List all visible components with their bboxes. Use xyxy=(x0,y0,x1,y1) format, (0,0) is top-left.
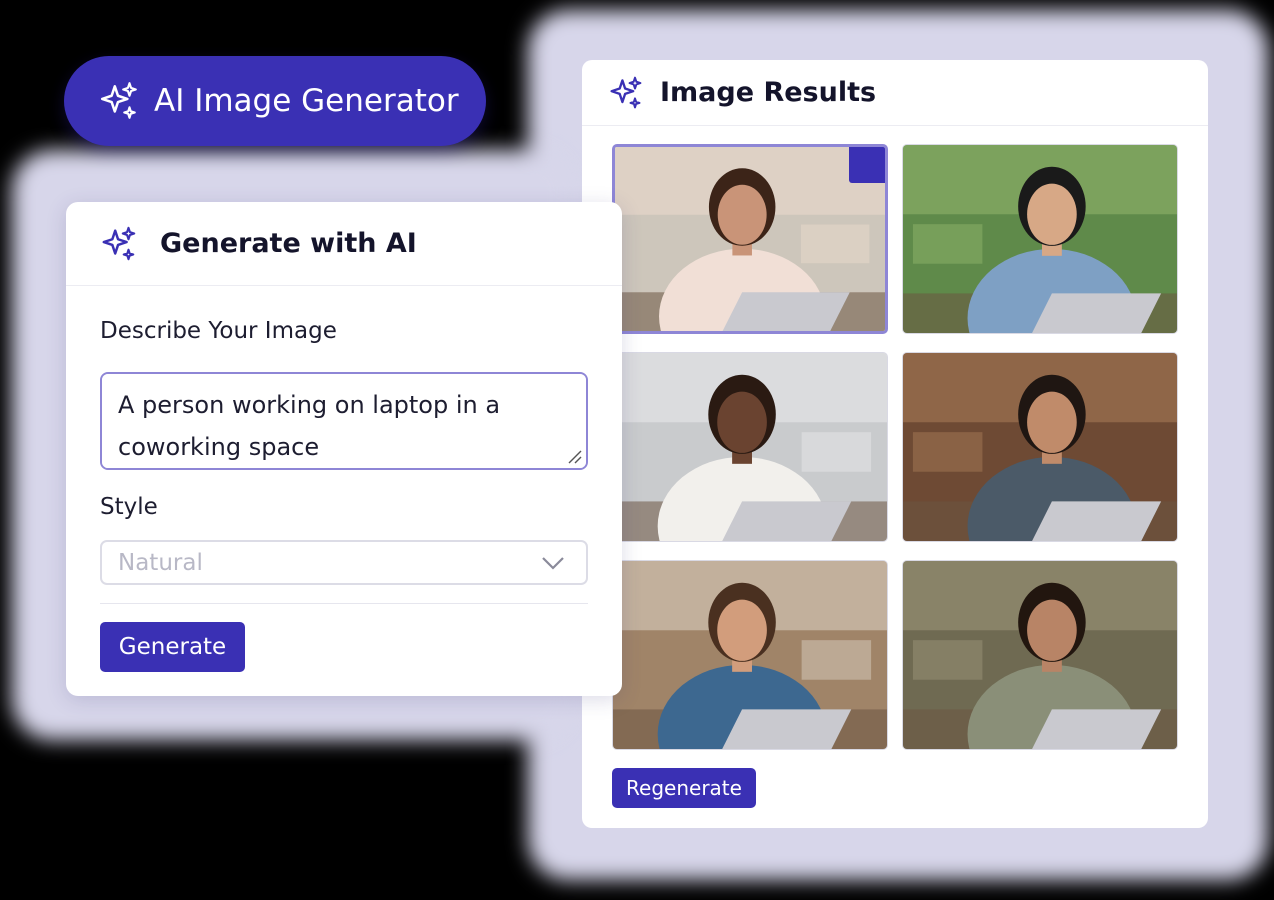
generate-button[interactable]: Generate xyxy=(100,622,245,672)
generated-photo xyxy=(613,353,887,541)
generate-header: Generate with AI xyxy=(66,202,622,286)
chevron-down-icon xyxy=(542,557,564,570)
prompt-label: Describe Your Image xyxy=(100,318,337,344)
image-results-panel: Image Results Regenerate xyxy=(582,60,1208,828)
generated-photo xyxy=(613,561,887,749)
sparkles-icon xyxy=(102,226,136,260)
style-select[interactable]: Natural xyxy=(100,540,588,585)
selected-indicator xyxy=(849,147,885,183)
style-label: Style xyxy=(100,494,158,520)
generated-photo xyxy=(903,145,1177,333)
result-image-woman-braids-white-blouse[interactable] xyxy=(612,352,888,542)
style-select-value: Natural xyxy=(118,549,203,576)
result-image-woman-olive-shirt-laptop[interactable] xyxy=(902,560,1178,750)
sparkles-icon xyxy=(610,76,642,108)
sparkles-icon xyxy=(100,82,137,119)
prompt-textarea[interactable] xyxy=(100,372,588,470)
results-header: Image Results xyxy=(582,60,1208,126)
results-title: Image Results xyxy=(660,77,877,108)
generate-panel: Generate with AI Describe Your Image Sty… xyxy=(66,202,622,696)
result-image-man-blue-shirt-green-wall[interactable] xyxy=(902,144,1178,334)
result-image-woman-curly-hair-laptop[interactable] xyxy=(612,144,888,334)
generated-photo xyxy=(615,147,885,331)
badge-label: AI Image Generator xyxy=(154,83,459,119)
result-image-man-beard-denim-shirt[interactable] xyxy=(902,352,1178,542)
image-grid xyxy=(612,144,1178,750)
ai-image-generator-badge: AI Image Generator xyxy=(64,56,486,146)
generated-photo xyxy=(903,353,1177,541)
result-image-man-denim-jacket-laptop[interactable] xyxy=(612,560,888,750)
generate-title: Generate with AI xyxy=(160,228,417,259)
generated-photo xyxy=(903,561,1177,749)
resize-handle-icon[interactable] xyxy=(566,448,582,464)
regenerate-button[interactable]: Regenerate xyxy=(612,768,756,808)
divider xyxy=(100,603,588,604)
